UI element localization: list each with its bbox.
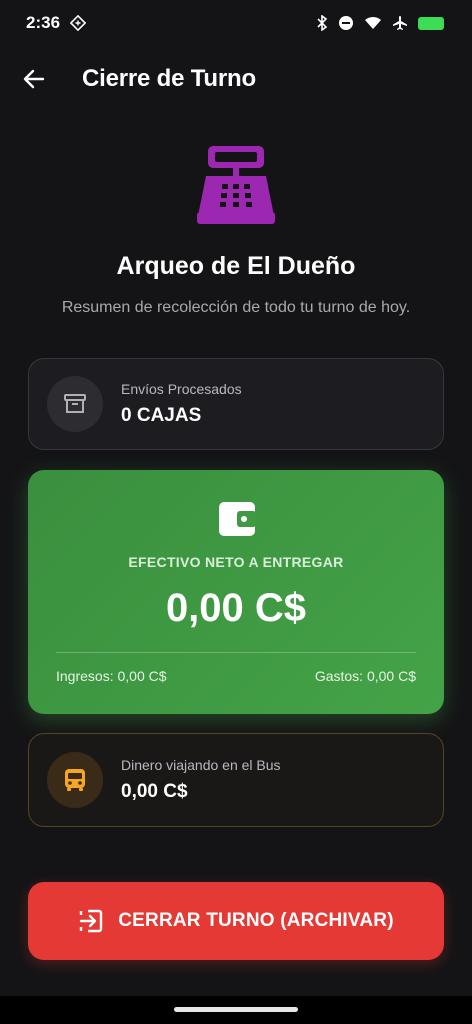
efectivo-amount: 0,00 C$ <box>165 586 307 630</box>
bus-value: 0,00 C$ <box>121 781 188 802</box>
envios-label: Envíos Procesados <box>121 381 242 397</box>
status-bar: 2:36 <box>0 0 472 46</box>
envios-icon-circle <box>47 376 103 432</box>
sync-icon <box>70 15 87 31</box>
navigation-bar <box>0 996 472 1024</box>
bus-icon <box>65 769 85 791</box>
wifi-icon <box>365 16 381 29</box>
bus-card: Dinero viajando en el Bus 0,00 C$ <box>28 733 444 827</box>
airplane-mode-icon <box>393 16 407 30</box>
bus-label: Dinero viajando en el Bus <box>121 757 281 773</box>
bluetooth-icon <box>317 15 328 31</box>
archive-box-icon <box>64 394 86 413</box>
status-time: 2:36 <box>26 13 61 32</box>
do-not-disturb-icon <box>339 16 353 30</box>
efectivo-card: EFECTIVO NETO A ENTREGAR 0,00 C$ Ingreso… <box>28 470 444 714</box>
wallet-icon <box>219 502 256 536</box>
app-bar: Cierre de Turno <box>0 52 472 106</box>
envios-card: Envíos Procesados 0 CAJAS <box>28 358 444 450</box>
gastos-text: Gastos: 0,00 C$ <box>314 668 416 684</box>
summary-title: Arqueo de El Dueño <box>116 252 356 280</box>
efectivo-divider <box>56 652 416 653</box>
page-title: Cierre de Turno <box>82 65 256 92</box>
ingresos-text: Ingresos: 0,00 C$ <box>56 668 167 684</box>
arrow-back-icon <box>23 69 45 89</box>
back-button[interactable] <box>14 59 54 99</box>
summary-subtitle: Resumen de recolección de todo tu turno … <box>61 299 411 316</box>
cerrar-turno-label: CERRAR TURNO (ARCHIVAR) <box>118 910 394 931</box>
bus-icon-circle <box>47 752 103 808</box>
home-gesture-pill[interactable] <box>174 1007 298 1012</box>
cash-register-icon <box>197 146 275 224</box>
battery-icon <box>418 16 444 30</box>
efectivo-label: EFECTIVO NETO A ENTREGAR <box>128 554 344 570</box>
envios-value: 0 CAJAS <box>121 405 202 426</box>
cerrar-turno-button[interactable]: CERRAR TURNO (ARCHIVAR) <box>28 882 444 960</box>
exit-icon <box>80 909 103 933</box>
